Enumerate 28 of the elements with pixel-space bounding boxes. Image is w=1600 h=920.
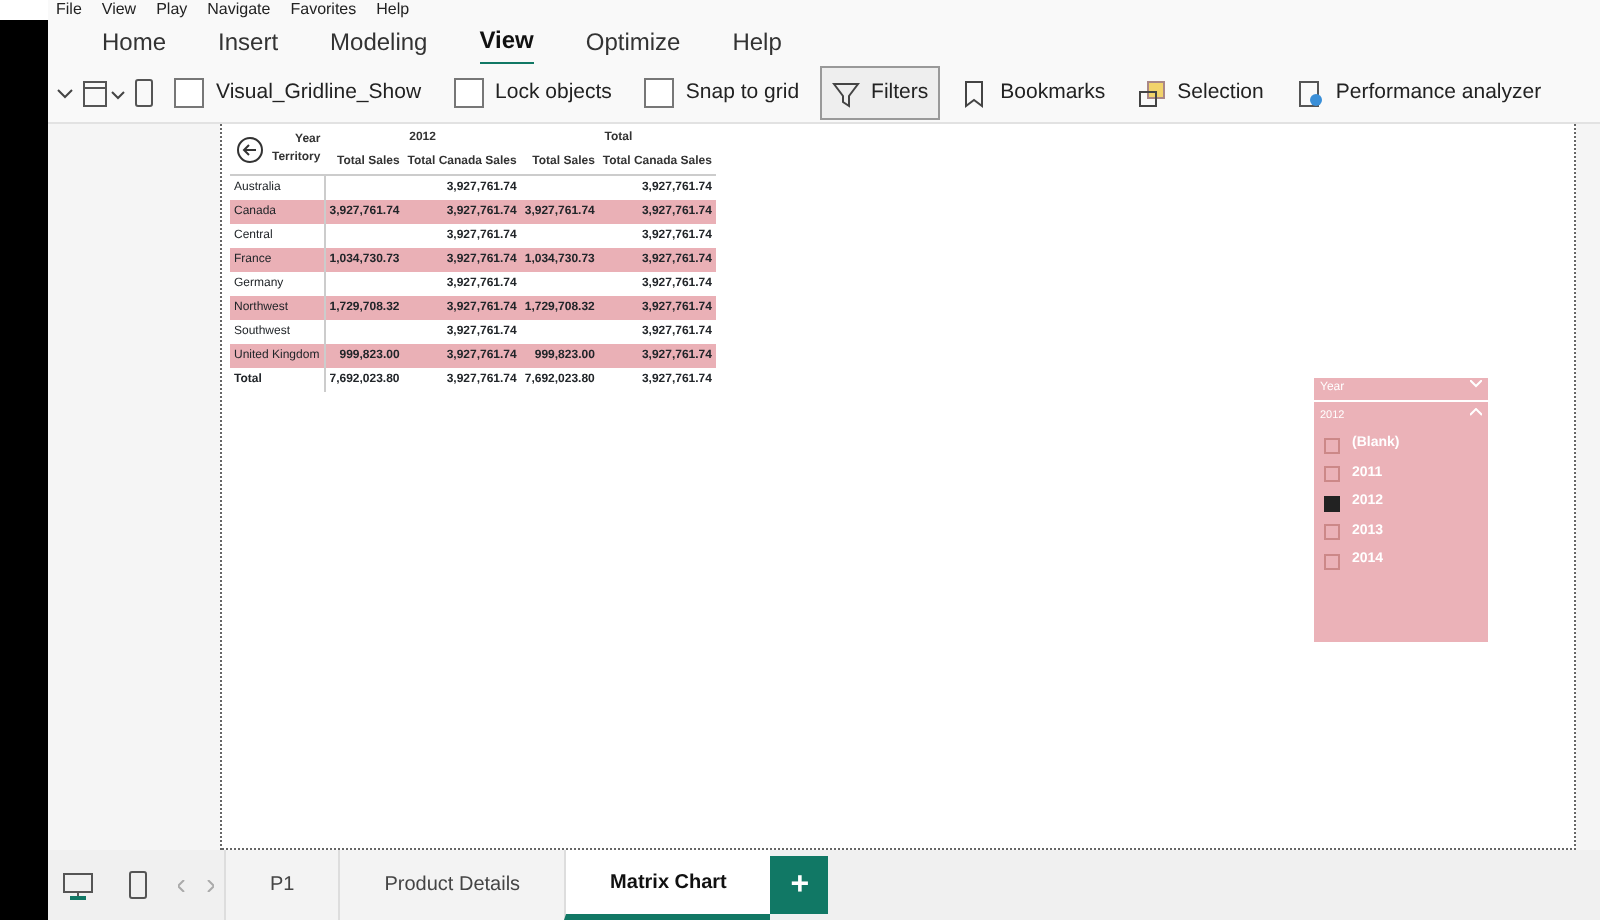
menu-item[interactable]: Play	[156, 0, 188, 20]
menu-item[interactable]: View	[101, 0, 137, 20]
bookmark-icon	[960, 79, 989, 107]
menu-item[interactable]: Favorites	[290, 0, 357, 20]
page-tab[interactable]: Matrix Chart	[564, 850, 771, 920]
ribbon-tab[interactable]: Help	[732, 20, 782, 64]
selection-icon	[1137, 79, 1166, 107]
ribbon-tab[interactable]: Home	[102, 20, 167, 64]
filters-button[interactable]: Filters	[819, 66, 941, 120]
ribbon-tab[interactable]: Modeling	[330, 20, 428, 64]
menu-item[interactable]: Navigate	[207, 0, 271, 20]
back-icon[interactable]	[236, 136, 264, 164]
menu-item[interactable]: File	[56, 0, 82, 20]
ribbon-tab[interactable]: Optimize	[585, 20, 681, 64]
ribbon-tab[interactable]: Insert	[218, 20, 279, 64]
bookmarks-button[interactable]: Bookmarks	[948, 66, 1118, 120]
checkbox[interactable]: Snap to grid	[631, 66, 812, 120]
performance-icon	[1295, 79, 1324, 107]
performance-button[interactable]: Performance analyzer	[1283, 66, 1554, 120]
checkbox[interactable]: Visual_Gridline_Show	[162, 66, 434, 120]
chevron-down-icon[interactable]	[56, 87, 74, 99]
phone-icon[interactable]	[134, 78, 154, 108]
checkbox[interactable]: Lock objects	[441, 66, 624, 120]
selection-button[interactable]: Selection	[1125, 66, 1276, 120]
filter-icon	[831, 79, 860, 107]
layout-icon[interactable]	[82, 79, 126, 107]
menu-item[interactable]: Help	[376, 0, 410, 20]
add-page-button[interactable]: +	[770, 856, 829, 914]
